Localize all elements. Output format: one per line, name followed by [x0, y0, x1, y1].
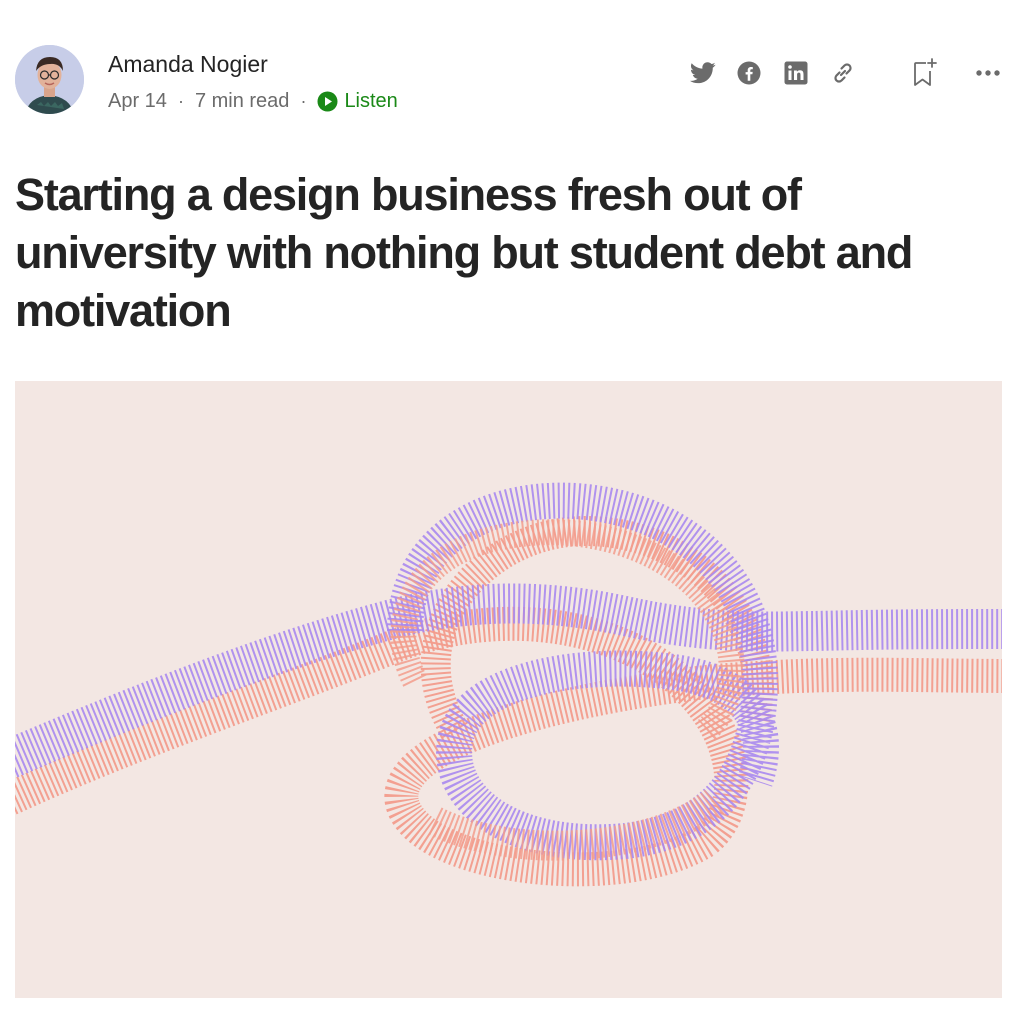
more-options-icon[interactable] — [973, 58, 1003, 88]
twitter-icon[interactable] — [688, 58, 718, 88]
share-toolbar — [0, 58, 1024, 90]
copy-link-icon[interactable] — [828, 58, 858, 88]
linkedin-icon[interactable] — [781, 58, 811, 88]
listen-label: Listen — [344, 89, 398, 112]
meta-separator: · — [300, 90, 307, 111]
hero-image — [15, 381, 1002, 998]
publish-date: Apr 14 — [108, 89, 167, 112]
article-title: Starting a design business fresh out of … — [15, 169, 913, 336]
read-time: 7 min read — [194, 89, 290, 112]
article-meta: Apr 14 · 7 min read · Listen — [108, 88, 398, 114]
meta-separator: · — [177, 90, 184, 111]
play-icon — [317, 91, 338, 111]
listen-button[interactable]: Listen — [317, 89, 398, 113]
knotted-rope-illustration — [15, 381, 1002, 998]
facebook-icon[interactable] — [734, 58, 764, 88]
bookmark-add-icon[interactable] — [909, 58, 939, 88]
